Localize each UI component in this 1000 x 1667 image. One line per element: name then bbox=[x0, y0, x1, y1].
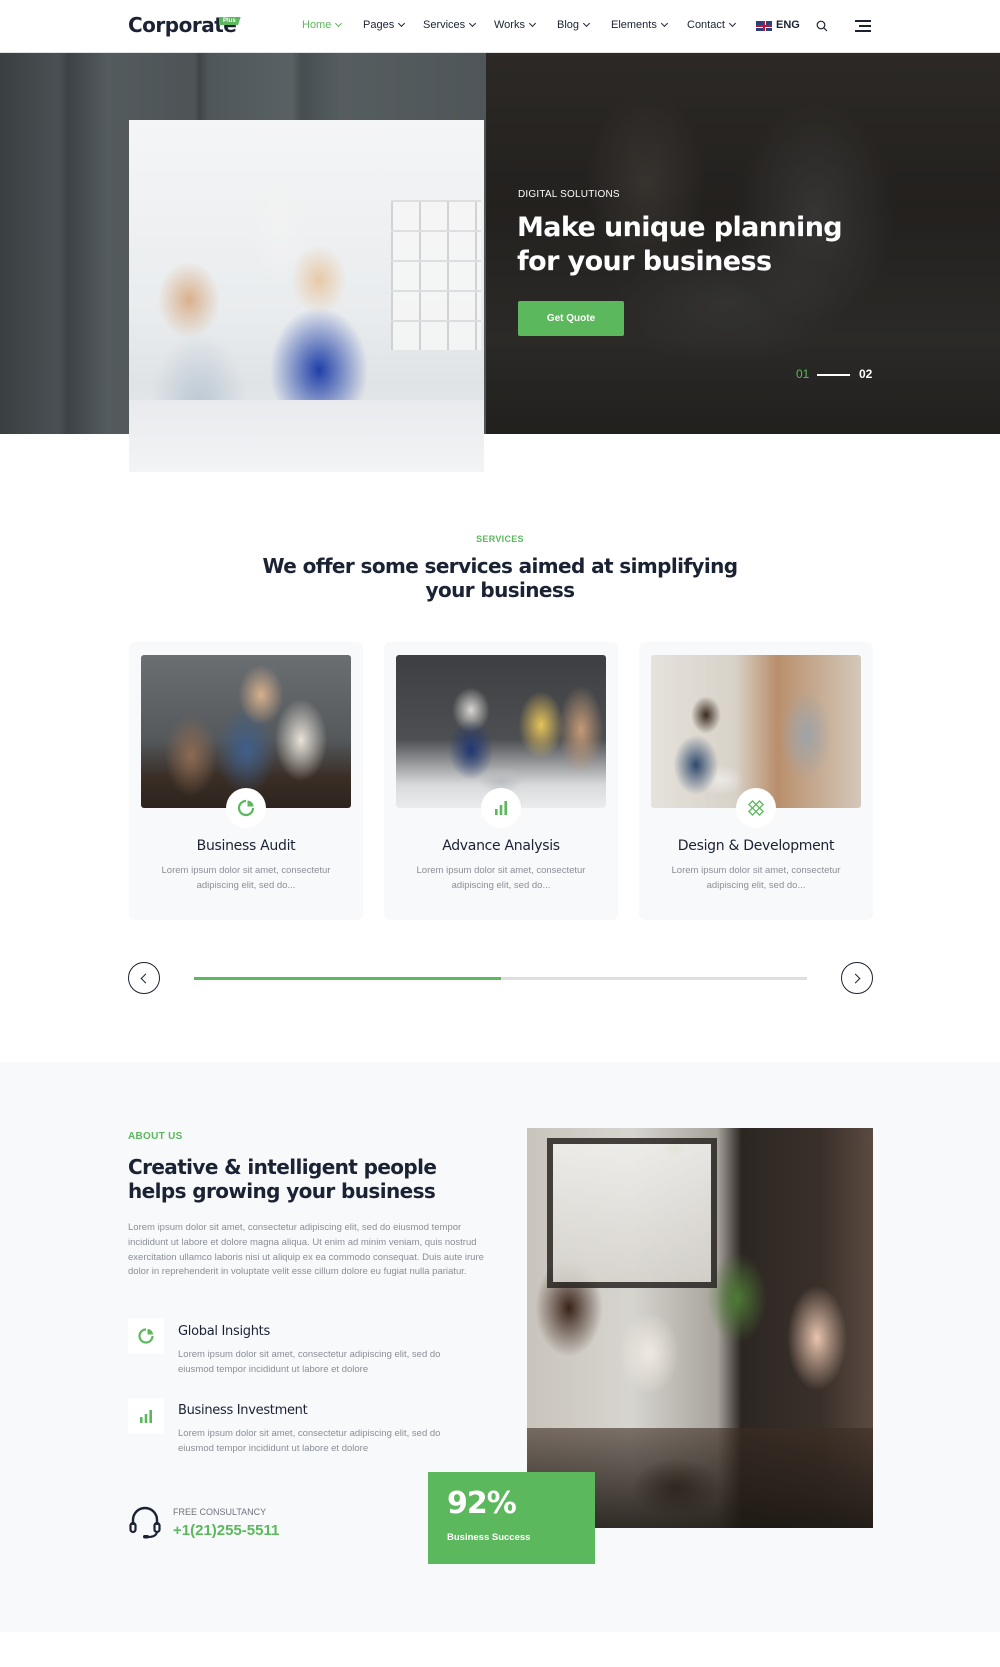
services-title: We offer some services aimed at simplify… bbox=[262, 554, 739, 602]
hamburger-menu-icon[interactable] bbox=[855, 20, 871, 32]
service-card-title: Design & Development bbox=[677, 838, 835, 854]
about-team-photo bbox=[527, 1128, 873, 1528]
consultancy-phone-link[interactable]: +1(21)255-5511 bbox=[173, 1522, 279, 1539]
bar-chart-icon bbox=[495, 801, 507, 815]
photo-bookshelf bbox=[391, 200, 481, 350]
service-card-image bbox=[651, 655, 861, 808]
chevron-down-icon bbox=[528, 19, 537, 28]
service-card[interactable]: Business Audit Lorem ipsum dolor sit ame… bbox=[129, 642, 363, 920]
feature-icon-wrap bbox=[128, 1318, 164, 1354]
chevron-down-icon bbox=[660, 19, 668, 28]
feature-icon-wrap bbox=[128, 1398, 164, 1434]
pie-chart-icon bbox=[237, 799, 255, 817]
chevron-down-icon bbox=[582, 19, 591, 28]
photo-table bbox=[129, 400, 484, 472]
nav-label: Works bbox=[494, 19, 525, 31]
chevron-right-icon bbox=[850, 973, 861, 983]
nav-label: Home bbox=[302, 19, 332, 31]
chevron-down-icon bbox=[469, 19, 477, 28]
slide-indicator-next[interactable]: 02 bbox=[859, 367, 872, 381]
bar-chart-icon bbox=[140, 1410, 152, 1423]
hero-title: Make unique planning for your business bbox=[517, 212, 843, 277]
nav-item-blog[interactable]: Blog bbox=[557, 19, 591, 31]
service-card[interactable]: Advance Analysis Lorem ipsum dolor sit a… bbox=[384, 642, 618, 920]
stat-box: 92% Business Success bbox=[428, 1472, 595, 1564]
chevron-down-icon bbox=[335, 19, 343, 28]
menu-bar bbox=[855, 20, 871, 22]
nav-label: Elements bbox=[611, 19, 657, 31]
service-icon-wrap bbox=[226, 788, 266, 828]
nav-item-home[interactable]: Home bbox=[302, 19, 343, 31]
uk-flag-icon[interactable] bbox=[756, 21, 772, 31]
feature-description: Lorem ipsum dolor sit amet, consectetur … bbox=[178, 1349, 441, 1375]
consultancy-label: FREE CONSULTANCY bbox=[173, 1507, 267, 1517]
slider-next-button[interactable] bbox=[841, 962, 873, 994]
about-text: Lorem ipsum dolor sit amet, consectetur … bbox=[128, 1222, 484, 1278]
feature-description: Lorem ipsum dolor sit amet, consectetur … bbox=[178, 1428, 441, 1454]
stat-value: 92% bbox=[447, 1486, 517, 1521]
about-title: Creative & intelligent people helps grow… bbox=[128, 1155, 437, 1203]
service-icon-wrap bbox=[481, 788, 521, 828]
chevron-down-icon bbox=[398, 19, 406, 28]
chevron-down-icon bbox=[728, 19, 736, 28]
feature-title: Business Investment bbox=[178, 1403, 308, 1418]
nav-label: Blog bbox=[557, 19, 580, 31]
hero-team-photo bbox=[129, 120, 484, 472]
logo[interactable]: Corporate bbox=[128, 13, 237, 37]
service-card-description: Lorem ipsum dolor sit amet, consectetur … bbox=[416, 865, 586, 891]
service-card-image bbox=[396, 655, 606, 808]
nav-item-elements[interactable]: Elements bbox=[611, 19, 668, 31]
service-card-title: Advance Analysis bbox=[442, 838, 560, 854]
nav-item-works[interactable]: Works bbox=[494, 19, 537, 31]
slider-progress-track[interactable] bbox=[194, 977, 807, 980]
about-label: ABOUT US bbox=[128, 1131, 183, 1142]
slider-progress-fill bbox=[194, 977, 501, 980]
service-icon-wrap bbox=[736, 788, 776, 828]
nav-label: Services bbox=[423, 19, 466, 31]
slider-prev-button[interactable] bbox=[128, 962, 160, 994]
hero-eyebrow: DIGITAL SOLUTIONS bbox=[518, 189, 620, 200]
chevron-left-icon bbox=[140, 973, 151, 983]
headset-icon bbox=[129, 1506, 161, 1539]
nav-label: Contact bbox=[687, 19, 725, 31]
service-card-description: Lorem ipsum dolor sit amet, consectetur … bbox=[161, 865, 331, 891]
logo-badge: Plus bbox=[219, 17, 241, 25]
site-header: Corporate Plus Home Pages Services Works… bbox=[0, 0, 1000, 53]
pie-chart-icon bbox=[138, 1328, 154, 1344]
photo-window bbox=[547, 1138, 717, 1288]
feature-title: Global Insights bbox=[178, 1324, 270, 1339]
language-selector[interactable]: ENG bbox=[776, 19, 800, 31]
menu-bar bbox=[855, 30, 871, 32]
slide-indicator-line bbox=[817, 374, 850, 376]
service-card-image bbox=[141, 655, 351, 808]
nav-item-contact[interactable]: Contact bbox=[687, 19, 736, 31]
search-icon[interactable] bbox=[816, 20, 828, 32]
service-card-description: Lorem ipsum dolor sit amet, consectetur … bbox=[671, 865, 841, 891]
service-card-title: Business Audit bbox=[196, 838, 296, 854]
pencil-ruler-icon bbox=[748, 800, 764, 816]
get-quote-button[interactable]: Get Quote bbox=[518, 301, 624, 336]
services-label: SERVICES bbox=[476, 534, 524, 544]
nav-item-services[interactable]: Services bbox=[423, 19, 477, 31]
slide-indicator-current[interactable]: 01 bbox=[796, 367, 809, 381]
menu-bar bbox=[859, 25, 871, 27]
service-card[interactable]: Design & Development Lorem ipsum dolor s… bbox=[639, 642, 873, 920]
nav-item-pages[interactable]: Pages bbox=[363, 19, 406, 31]
nav-label: Pages bbox=[363, 19, 395, 31]
stat-label: Business Success bbox=[447, 1532, 531, 1543]
